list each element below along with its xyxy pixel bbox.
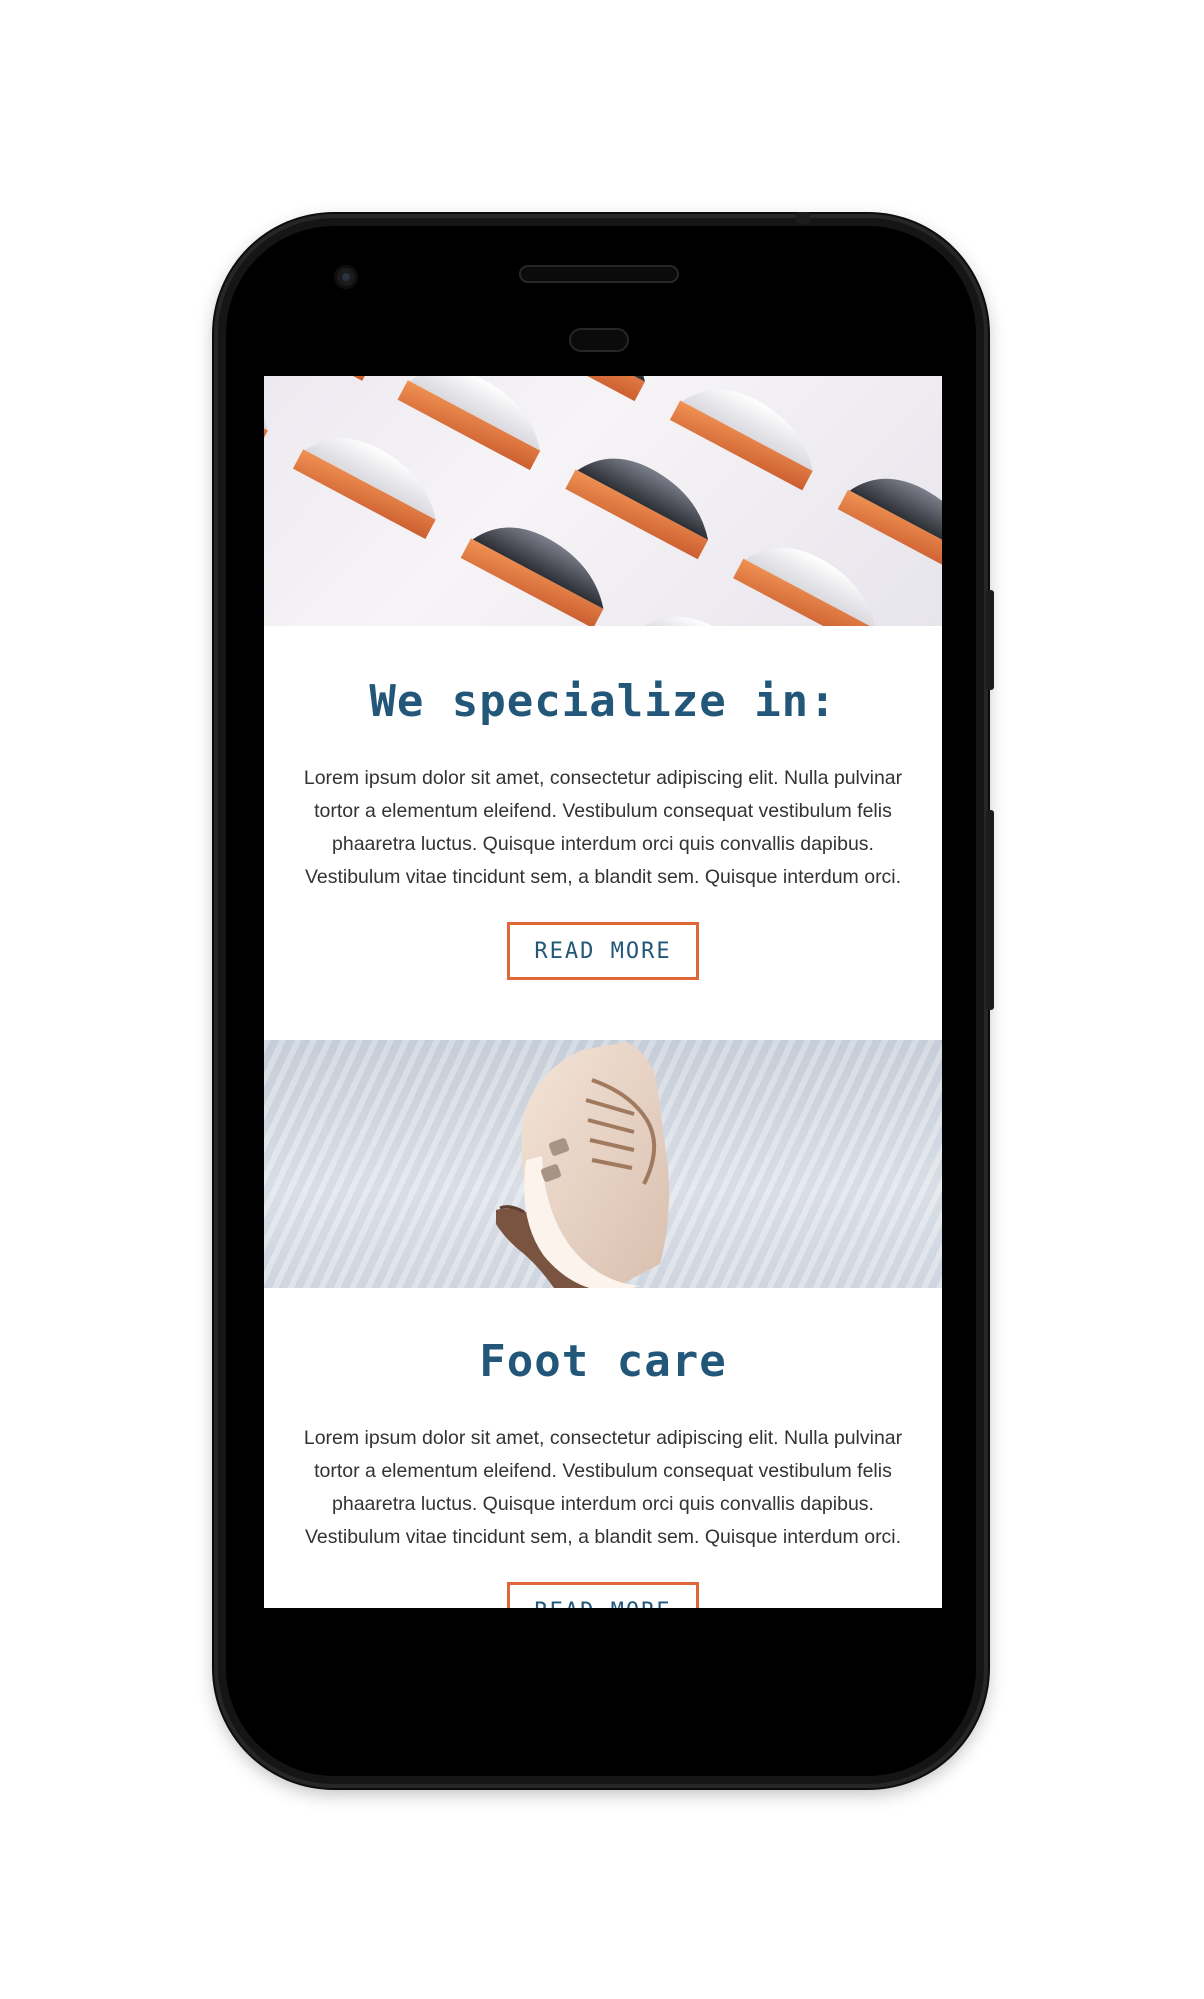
- sneakers-shelf-image: [264, 376, 942, 626]
- sneaker-in-hand-image: [264, 1040, 942, 1288]
- section-title-specialize: We specialize in:: [369, 676, 837, 727]
- top-notch-edge: [796, 212, 810, 224]
- earpiece-speaker: [521, 267, 677, 281]
- section-text-specialize: Lorem ipsum dolor sit amet, consectetur …: [303, 767, 903, 888]
- sneaker-in-hand-illustration: [496, 1042, 669, 1288]
- read-more-button-foot-care[interactable]: READ MORE: [507, 1582, 699, 1608]
- section-text-foot-care: Lorem ipsum dolor sit amet, consectetur …: [303, 1427, 903, 1548]
- front-camera-icon: [334, 265, 358, 289]
- phone-screen: We specialize in: Lorem ipsum dolor sit …: [264, 376, 942, 1608]
- section-title-foot-care: Foot care: [479, 1336, 727, 1387]
- volume-button: [986, 810, 994, 1010]
- sneakers-shelf-illustration: [264, 376, 942, 626]
- read-more-button[interactable]: READ MORE: [507, 922, 699, 980]
- proximity-sensor: [571, 330, 627, 350]
- power-button: [986, 590, 994, 690]
